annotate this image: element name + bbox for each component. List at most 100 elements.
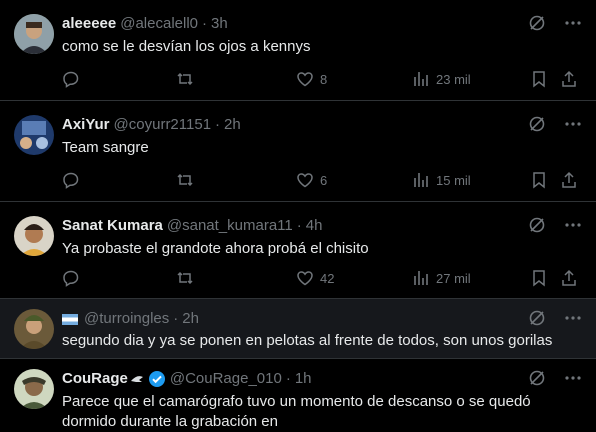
tweet-actions: 42 27 mil — [62, 269, 584, 291]
repost-icon — [176, 70, 194, 88]
tweet-header: Sanat Kumara @sanat_kumara11 · 4h — [62, 216, 322, 236]
avatar[interactable] — [14, 14, 54, 54]
tweet-1[interactable]: aleeeee @alecalell0 · 3h como se le desv… — [0, 0, 596, 101]
tweet-text: Parece que el camarógrafo tuvo un moment… — [62, 393, 531, 430]
share-icon — [560, 171, 578, 189]
grok-icon[interactable] — [528, 369, 546, 387]
bookmark-icon — [530, 269, 548, 287]
tweet-text: segundo dia y ya se ponen en pelotas al … — [62, 332, 553, 349]
timestamp[interactable]: 2h — [182, 309, 199, 329]
like-count: 6 — [320, 172, 328, 188]
bookmark-button[interactable] — [530, 70, 548, 88]
tweet-4[interactable]: @turroingles · 2h segundo dia y ya se po… — [0, 299, 596, 359]
tweet-3[interactable]: Sanat Kumara @sanat_kumara11 · 4h Ya pro… — [0, 202, 596, 299]
avatar[interactable] — [14, 115, 54, 155]
avatar[interactable] — [14, 309, 54, 349]
tweet-header: AxiYur @coyurr21151 · 2h — [62, 115, 241, 135]
views-button[interactable]: 23 mil — [412, 70, 471, 88]
tweet-text: como se le desvían los ojos a kennys — [62, 38, 311, 55]
share-button[interactable] — [560, 269, 578, 287]
tweet-text: Team sangre — [62, 139, 149, 156]
author-name[interactable]: CouRage — [62, 369, 128, 389]
eagle-emoji-icon — [130, 372, 144, 386]
repost-icon — [176, 269, 194, 287]
tweet-top-icons — [528, 14, 582, 32]
separator-dot: · — [296, 217, 302, 234]
heart-icon — [296, 70, 314, 88]
reply-button[interactable] — [62, 70, 80, 88]
author-handle[interactable]: @turroingles — [84, 309, 169, 329]
repost-button[interactable] — [176, 171, 194, 189]
more-icon[interactable] — [564, 14, 582, 32]
tweet-header: aleeeee @alecalell0 · 3h — [62, 14, 228, 34]
view-count: 15 mil — [436, 172, 471, 188]
bookmark-icon — [530, 70, 548, 88]
like-button[interactable]: 42 — [296, 269, 334, 287]
timestamp[interactable]: 2h — [224, 115, 241, 135]
like-button[interactable]: 6 — [296, 171, 327, 189]
tweet-2[interactable]: AxiYur @coyurr21151 · 2h Team sangre 6 1… — [0, 101, 596, 202]
grok-icon[interactable] — [528, 216, 546, 234]
tweet-top-icons — [528, 369, 582, 387]
view-count: 23 mil — [436, 71, 471, 87]
more-icon[interactable] — [564, 369, 582, 387]
tweet-text: Ya probaste el grandote ahora probá el c… — [62, 240, 369, 257]
views-icon — [412, 70, 430, 88]
like-count: 42 — [320, 270, 335, 286]
argentina-flag-icon — [62, 313, 78, 325]
author-handle[interactable]: @sanat_kumara11 — [167, 216, 293, 236]
grok-icon[interactable] — [528, 14, 546, 32]
like-count: 8 — [320, 71, 328, 87]
separator-dot: · — [215, 116, 221, 133]
grok-icon[interactable] — [528, 309, 546, 327]
views-button[interactable]: 27 mil — [412, 269, 471, 287]
tweet-5[interactable]: CouRage @CouRage_010 · 1h Parece que el … — [0, 359, 596, 432]
tweet-actions: 8 23 mil — [62, 70, 584, 92]
heart-icon — [296, 269, 314, 287]
views-button[interactable]: 15 mil — [412, 171, 471, 189]
heart-icon — [296, 171, 314, 189]
more-icon[interactable] — [564, 115, 582, 133]
reply-button[interactable] — [62, 269, 80, 287]
reply-icon — [62, 269, 80, 287]
avatar[interactable] — [14, 216, 54, 256]
author-handle[interactable]: @alecalell0 — [120, 14, 198, 34]
verified-badge-icon[interactable] — [148, 370, 166, 388]
author-handle[interactable]: @CouRage_010 — [170, 369, 282, 389]
author-name[interactable]: aleeeee — [62, 14, 116, 34]
bookmark-button[interactable] — [530, 171, 548, 189]
views-icon — [412, 171, 430, 189]
timestamp[interactable]: 1h — [295, 369, 312, 389]
share-button[interactable] — [560, 171, 578, 189]
reply-icon — [62, 171, 80, 189]
share-button[interactable] — [560, 70, 578, 88]
separator-dot: · — [202, 15, 208, 32]
like-button[interactable]: 8 — [296, 70, 327, 88]
repost-button[interactable] — [176, 269, 194, 287]
avatar[interactable] — [14, 369, 54, 409]
author-name[interactable]: AxiYur — [62, 115, 110, 135]
tweet-top-icons — [528, 216, 582, 234]
tweet-top-icons — [528, 115, 582, 133]
bookmark-button[interactable] — [530, 269, 548, 287]
timestamp[interactable]: 3h — [211, 14, 228, 34]
views-icon — [412, 269, 430, 287]
more-icon[interactable] — [564, 309, 582, 327]
tweet-header: @turroingles · 2h — [62, 309, 199, 329]
bookmark-icon — [530, 171, 548, 189]
reply-icon — [62, 70, 80, 88]
share-icon — [560, 269, 578, 287]
reply-button[interactable] — [62, 171, 80, 189]
tweet-top-icons — [528, 309, 582, 327]
separator-dot: · — [173, 310, 179, 327]
tweet-actions: 6 15 mil — [62, 171, 584, 193]
separator-dot: · — [285, 370, 291, 387]
share-icon — [560, 70, 578, 88]
tweet-header: CouRage @CouRage_010 · 1h — [62, 369, 312, 389]
grok-icon[interactable] — [528, 115, 546, 133]
timestamp[interactable]: 4h — [306, 216, 323, 236]
author-name[interactable]: Sanat Kumara — [62, 216, 163, 236]
author-handle[interactable]: @coyurr21151 — [114, 115, 212, 135]
more-icon[interactable] — [564, 216, 582, 234]
repost-button[interactable] — [176, 70, 194, 88]
